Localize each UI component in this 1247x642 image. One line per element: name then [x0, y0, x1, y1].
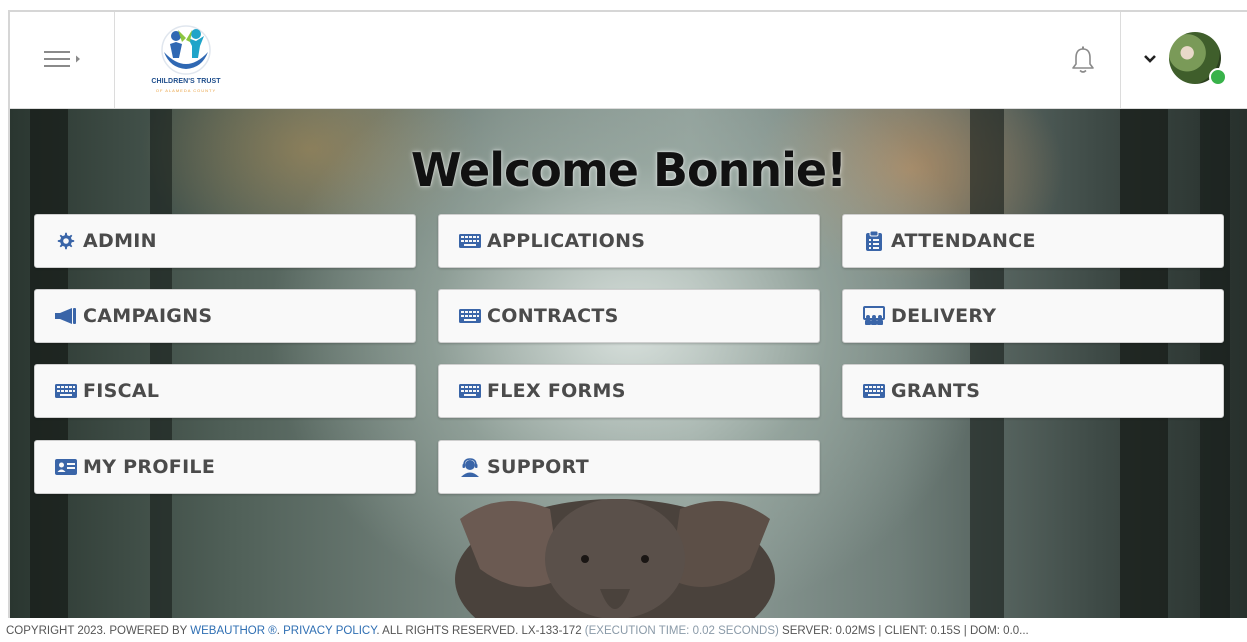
tile-flex-forms[interactable]: FLEX FORMS	[438, 364, 820, 418]
tile-support[interactable]: SUPPORT	[438, 440, 820, 494]
tile-label: MY PROFILE	[83, 456, 216, 478]
tile-my-profile[interactable]: MY PROFILE	[34, 440, 416, 494]
keyboard-icon	[55, 382, 77, 400]
tile-label: APPLICATIONS	[487, 230, 646, 252]
app-frame: CHILDREN'S TRUST OF ALAMEDA COUNTY Welco…	[8, 10, 1247, 618]
elephant-image	[455, 499, 775, 618]
footer-stats: SERVER: 0.02MS | CLIENT: 0.15S | DOM: 0.…	[778, 625, 1029, 637]
clipboard-icon	[863, 231, 885, 251]
user-menu-button[interactable]	[1120, 12, 1247, 108]
keyboard-icon	[459, 232, 481, 250]
online-status-dot	[1209, 68, 1227, 86]
logo-emblem-icon	[161, 25, 211, 75]
keyboard-icon	[863, 382, 885, 400]
bell-icon	[1072, 46, 1094, 73]
tile-label: ADMIN	[83, 230, 157, 252]
tile-label: DELIVERY	[891, 305, 997, 327]
welcome-hero: Welcome Bonnie! ADMIN APPLICATIONS ATTEN…	[10, 109, 1247, 618]
footer-copyright: COPYRIGHT 2023. POWERED BY	[6, 625, 191, 637]
chevron-down-icon	[1144, 55, 1156, 63]
tile-label: SUPPORT	[487, 456, 589, 478]
tile-grants[interactable]: GRANTS	[842, 364, 1224, 418]
chalkboard-teacher-icon	[863, 306, 885, 325]
tile-label: CAMPAIGNS	[83, 305, 213, 327]
tile-label: GRANTS	[891, 380, 981, 402]
tile-label: ATTENDANCE	[891, 230, 1036, 252]
keyboard-icon	[459, 382, 481, 400]
footer-execution-time: (EXECUTION TIME: 0.02 SECONDS)	[584, 625, 779, 637]
top-header: CHILDREN'S TRUST OF ALAMEDA COUNTY	[10, 12, 1247, 109]
tile-contracts[interactable]: CONTRACTS	[438, 289, 820, 343]
tile-attendance[interactable]: ATTENDANCE	[842, 214, 1224, 268]
tile-campaigns[interactable]: CAMPAIGNS	[34, 289, 416, 343]
user-headset-icon	[459, 458, 481, 477]
gear-icon	[55, 232, 77, 250]
tile-admin[interactable]: ADMIN	[34, 214, 416, 268]
welcome-heading: Welcome Bonnie!	[410, 143, 847, 197]
webauthor-link[interactable]: WEBAUTHOR ®	[190, 625, 276, 637]
menu-toggle-button[interactable]	[10, 12, 115, 108]
tile-label: CONTRACTS	[487, 305, 619, 327]
childrens-trust-logo[interactable]: CHILDREN'S TRUST OF ALAMEDA COUNTY	[136, 24, 236, 96]
tile-applications[interactable]: APPLICATIONS	[438, 214, 820, 268]
keyboard-icon	[459, 307, 481, 325]
tile-label: FISCAL	[83, 380, 160, 402]
logo-subtitle: OF ALAMEDA COUNTY	[155, 88, 217, 93]
privacy-policy-link[interactable]: PRIVACY POLICY	[283, 625, 376, 637]
id-card-icon	[55, 458, 77, 476]
footer-rights: . ALL RIGHTS RESERVED. LX-133-172	[376, 625, 585, 637]
hamburger-icon	[44, 51, 80, 67]
megaphone-icon	[55, 307, 77, 325]
notifications-button[interactable]	[1070, 46, 1096, 79]
tile-label: FLEX FORMS	[487, 380, 626, 402]
tile-delivery[interactable]: DELIVERY	[842, 289, 1224, 343]
logo-title: CHILDREN'S TRUST	[151, 78, 221, 85]
page-footer: COPYRIGHT 2023. POWERED BY WEBAUTHOR ® . …	[0, 620, 1247, 642]
tile-fiscal[interactable]: FISCAL	[34, 364, 416, 418]
